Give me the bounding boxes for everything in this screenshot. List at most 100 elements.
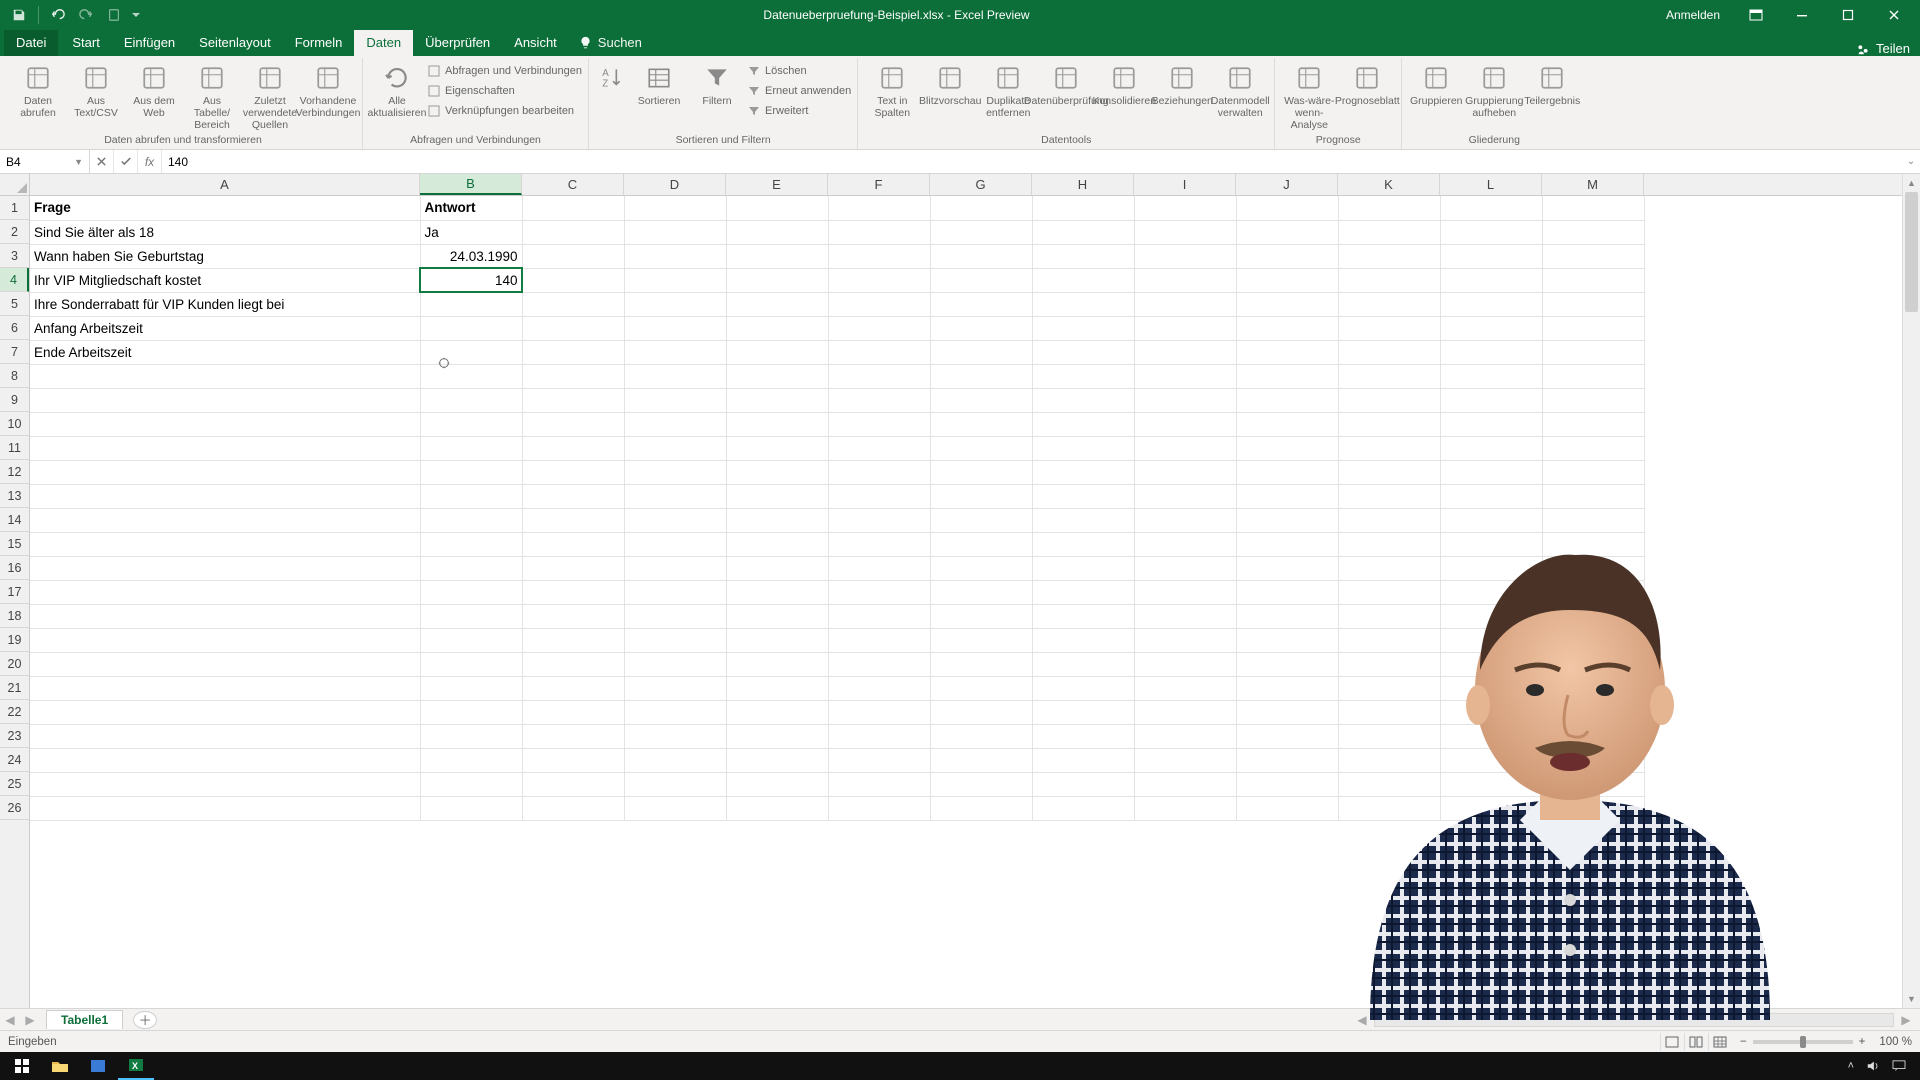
system-tray[interactable]: ˄ — [1848, 1059, 1916, 1073]
cell-C16[interactable] — [522, 556, 624, 580]
tray-action-center-icon[interactable] — [1892, 1060, 1906, 1072]
row-header-6[interactable]: 6 — [0, 316, 29, 340]
cell-E10[interactable] — [726, 412, 828, 436]
cell-J24[interactable] — [1236, 748, 1338, 772]
cell-E26[interactable] — [726, 796, 828, 820]
cell-E24[interactable] — [726, 748, 828, 772]
cell-M1[interactable] — [1542, 196, 1644, 220]
cell-K1[interactable] — [1338, 196, 1440, 220]
cell-H1[interactable] — [1032, 196, 1134, 220]
cell-M7[interactable] — [1542, 340, 1644, 364]
cell-M19[interactable] — [1542, 628, 1644, 652]
cell-L4[interactable] — [1440, 268, 1542, 292]
cell-H20[interactable] — [1032, 652, 1134, 676]
cell-A21[interactable] — [30, 676, 420, 700]
cell-L18[interactable] — [1440, 604, 1542, 628]
cell-D17[interactable] — [624, 580, 726, 604]
get-btn-2[interactable]: Aus dem Web — [126, 60, 182, 119]
cell-H23[interactable] — [1032, 724, 1134, 748]
cell-L14[interactable] — [1440, 508, 1542, 532]
row-header-22[interactable]: 22 — [0, 700, 29, 724]
cell-G18[interactable] — [930, 604, 1032, 628]
formula-input[interactable] — [168, 155, 1896, 169]
cell-K26[interactable] — [1338, 796, 1440, 820]
cell-G15[interactable] — [930, 532, 1032, 556]
cell-M15[interactable] — [1542, 532, 1644, 556]
cell-A10[interactable] — [30, 412, 420, 436]
cell-A17[interactable] — [30, 580, 420, 604]
cell-D1[interactable] — [624, 196, 726, 220]
cell-F23[interactable] — [828, 724, 930, 748]
row-header-15[interactable]: 15 — [0, 532, 29, 556]
cell-C23[interactable] — [522, 724, 624, 748]
cell-G14[interactable] — [930, 508, 1032, 532]
cell-B16[interactable] — [420, 556, 522, 580]
cell-I13[interactable] — [1134, 484, 1236, 508]
cell-K21[interactable] — [1338, 676, 1440, 700]
taskbar-file-explorer-icon[interactable] — [42, 1052, 78, 1080]
cell-M21[interactable] — [1542, 676, 1644, 700]
cell-I21[interactable] — [1134, 676, 1236, 700]
cell-B15[interactable] — [420, 532, 522, 556]
insert-function-button[interactable]: fx — [138, 150, 162, 173]
cancel-edit-button[interactable] — [90, 150, 114, 173]
formula-bar-expand-icon[interactable]: ⌄ — [1902, 156, 1920, 167]
cell-A18[interactable] — [30, 604, 420, 628]
cell-H21[interactable] — [1032, 676, 1134, 700]
redo-icon[interactable] — [75, 4, 97, 26]
cell-H10[interactable] — [1032, 412, 1134, 436]
row-header-16[interactable]: 16 — [0, 556, 29, 580]
cell-F24[interactable] — [828, 748, 930, 772]
cell-A13[interactable] — [30, 484, 420, 508]
cell-A3[interactable]: Wann haben Sie Geburtstag — [30, 244, 420, 268]
name-box-input[interactable] — [6, 155, 66, 169]
cell-J12[interactable] — [1236, 460, 1338, 484]
cell-H25[interactable] — [1032, 772, 1134, 796]
cell-K2[interactable] — [1338, 220, 1440, 244]
tab-seitenlayout[interactable]: Seitenlayout — [187, 30, 283, 56]
cell-I20[interactable] — [1134, 652, 1236, 676]
cell-L16[interactable] — [1440, 556, 1542, 580]
add-sheet-button[interactable]: ＋ — [133, 1011, 157, 1029]
namebox-caret-icon[interactable]: ▼ — [74, 157, 83, 167]
cell-I23[interactable] — [1134, 724, 1236, 748]
row-header-8[interactable]: 8 — [0, 364, 29, 388]
cell-G17[interactable] — [930, 580, 1032, 604]
cell-L25[interactable] — [1440, 772, 1542, 796]
cell-C21[interactable] — [522, 676, 624, 700]
forecast-btn-0[interactable]: Was-wäre-wenn- Analyse — [1281, 60, 1337, 131]
cell-A20[interactable] — [30, 652, 420, 676]
cell-K18[interactable] — [1338, 604, 1440, 628]
cell-J11[interactable] — [1236, 436, 1338, 460]
start-button[interactable] — [4, 1052, 40, 1080]
cell-E21[interactable] — [726, 676, 828, 700]
cell-L2[interactable] — [1440, 220, 1542, 244]
filter-item-0[interactable]: Löschen — [747, 62, 851, 80]
cell-D4[interactable] — [624, 268, 726, 292]
row-header-7[interactable]: 7 — [0, 340, 29, 364]
cell-A8[interactable] — [30, 364, 420, 388]
cell-E16[interactable] — [726, 556, 828, 580]
cell-C13[interactable] — [522, 484, 624, 508]
outline-btn-0[interactable]: Gruppieren — [1408, 60, 1464, 107]
share-button[interactable]: Teilen — [1856, 41, 1920, 56]
cell-D9[interactable] — [624, 388, 726, 412]
hscroll-left-icon[interactable]: ◀ — [1352, 1013, 1372, 1027]
cell-A12[interactable] — [30, 460, 420, 484]
cell-H16[interactable] — [1032, 556, 1134, 580]
scroll-down-icon[interactable]: ▼ — [1903, 990, 1920, 1008]
cell-J14[interactable] — [1236, 508, 1338, 532]
cell-D15[interactable] — [624, 532, 726, 556]
cell-F9[interactable] — [828, 388, 930, 412]
cell-F4[interactable] — [828, 268, 930, 292]
cell-A9[interactable] — [30, 388, 420, 412]
cell-C2[interactable] — [522, 220, 624, 244]
queries-item-2[interactable]: Verknüpfungen bearbeiten — [427, 102, 582, 120]
scrollbar-thumb[interactable] — [1905, 192, 1918, 312]
zoom-level[interactable]: 100 % — [1879, 1036, 1912, 1048]
cell-E12[interactable] — [726, 460, 828, 484]
cell-I5[interactable] — [1134, 292, 1236, 316]
zoom-in-icon[interactable]: + — [1859, 1036, 1866, 1048]
cell-G3[interactable] — [930, 244, 1032, 268]
cell-G8[interactable] — [930, 364, 1032, 388]
